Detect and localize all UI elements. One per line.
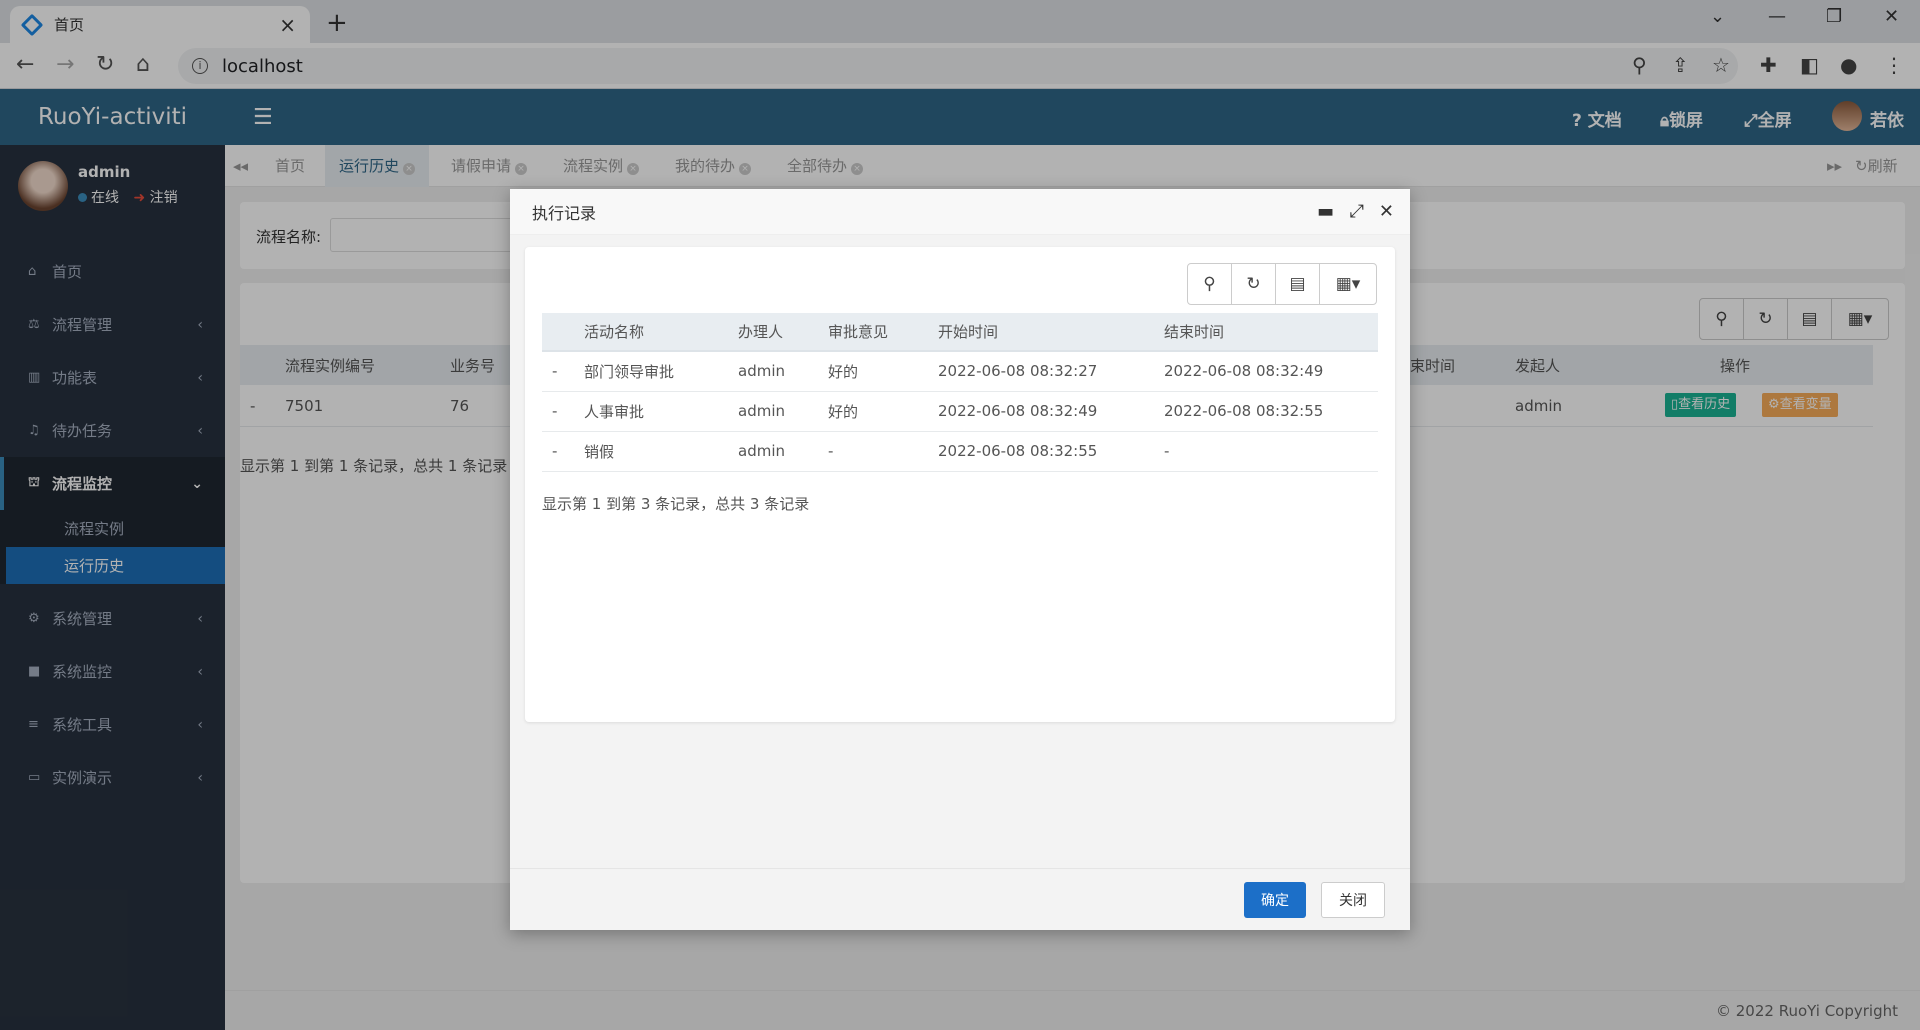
table-row[interactable]: - 销假 admin - 2022-06-08 08:32:55 -: [542, 431, 1378, 472]
col-header: 开始时间: [938, 313, 1164, 352]
row-dash: -: [542, 351, 584, 392]
minimize-icon[interactable]: ▬: [1317, 201, 1334, 222]
row-dash: -: [542, 431, 584, 472]
assignee: admin: [738, 431, 828, 472]
close-button[interactable]: 关闭: [1321, 882, 1385, 918]
assignee: admin: [738, 391, 828, 432]
start-time: 2022-06-08 08:32:49: [938, 391, 1164, 432]
activity-name: 人事审批: [584, 391, 738, 432]
comment: 好的: [828, 351, 938, 392]
end-time: -: [1164, 431, 1378, 472]
row-dash: -: [542, 391, 584, 432]
end-time: 2022-06-08 08:32:55: [1164, 391, 1378, 432]
refresh-icon[interactable]: ↻: [1232, 264, 1276, 304]
dialog-footer: 确定 关闭: [510, 868, 1410, 930]
col-header: 活动名称: [584, 313, 738, 352]
col-header: 审批意见: [828, 313, 938, 352]
dialog-header: 执行记录 ▬ ⤢ ✕: [510, 189, 1410, 235]
execution-table: 活动名称 办理人 审批意见 开始时间 结束时间 - 部门领导审批 admin 好…: [542, 313, 1378, 472]
execution-record-dialog: 执行记录 ▬ ⤢ ✕ ⚲ ↻ ▤ ▦▾ 活动名称 办理人 审批意见 开始时间 结…: [510, 189, 1410, 930]
table-row[interactable]: - 部门领导审批 admin 好的 2022-06-08 08:32:27 20…: [542, 351, 1378, 392]
close-icon[interactable]: ✕: [1379, 201, 1394, 222]
maximize-icon[interactable]: ⤢: [1350, 201, 1364, 222]
comment: 好的: [828, 391, 938, 432]
table-header-row: 活动名称 办理人 审批意见 开始时间 结束时间: [542, 313, 1378, 352]
assignee: admin: [738, 351, 828, 392]
confirm-button[interactable]: 确定: [1244, 882, 1306, 918]
activity-name: 销假: [584, 431, 738, 472]
table-toolbar: ⚲ ↻ ▤ ▦▾: [1187, 263, 1377, 305]
toggle-view-icon[interactable]: ▤: [1276, 264, 1320, 304]
dialog-title: 执行记录: [532, 203, 597, 223]
columns-icon[interactable]: ▦▾: [1320, 264, 1376, 304]
start-time: 2022-06-08 08:32:55: [938, 431, 1164, 472]
table-row[interactable]: - 人事审批 admin 好的 2022-06-08 08:32:49 2022…: [542, 391, 1378, 432]
col-header-blank: [542, 313, 584, 352]
end-time: 2022-06-08 08:32:49: [1164, 351, 1378, 392]
col-header: 结束时间: [1164, 313, 1378, 352]
activity-name: 部门领导审批: [584, 351, 738, 392]
start-time: 2022-06-08 08:32:27: [938, 351, 1164, 392]
col-header: 办理人: [738, 313, 828, 352]
comment: -: [828, 431, 938, 472]
pagination-summary: 显示第 1 到第 3 条记录，总共 3 条记录: [542, 495, 810, 513]
dialog-body: ⚲ ↻ ▤ ▦▾ 活动名称 办理人 审批意见 开始时间 结束时间 - 部门领导审…: [525, 247, 1395, 722]
search-icon[interactable]: ⚲: [1188, 264, 1232, 304]
